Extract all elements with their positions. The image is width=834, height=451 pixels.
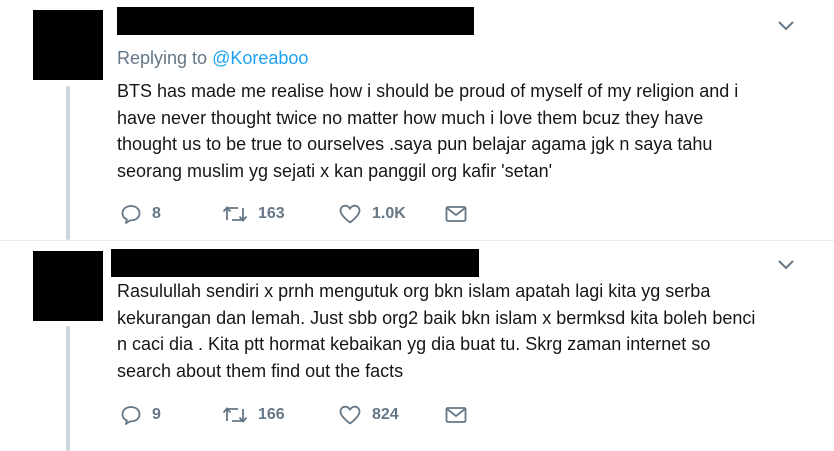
retweet-icon (222, 407, 248, 423)
reply-icon (121, 205, 141, 224)
direct-message-button[interactable] (444, 202, 468, 226)
like-count: 1.0K (372, 205, 406, 222)
heart-icon (339, 204, 361, 224)
tweet-actions: 8 163 1.0K (120, 202, 480, 226)
avatar[interactable] (33, 10, 103, 80)
replying-to-handle[interactable]: @Koreaboo (212, 48, 308, 68)
like-button[interactable]: 824 (338, 403, 399, 427)
tweet[interactable]: Rasulullah sendiri x prnh mengutuk org b… (0, 240, 834, 451)
retweet-count: 163 (258, 205, 285, 222)
chevron-down-icon[interactable] (777, 20, 795, 32)
reply-count: 9 (152, 406, 161, 423)
reply-icon (121, 406, 141, 425)
like-count: 824 (372, 406, 399, 423)
chevron-down-icon[interactable] (777, 259, 795, 271)
avatar[interactable] (33, 251, 103, 321)
thread-line (66, 86, 70, 240)
retweet-count: 166 (258, 406, 285, 423)
thread-line (66, 326, 70, 451)
replying-to-label: Replying to (117, 48, 213, 68)
redacted-author-name (111, 249, 479, 277)
retweet-icon (222, 206, 248, 222)
reply-button[interactable]: 9 (120, 403, 161, 427)
envelope-icon (445, 407, 467, 423)
envelope-icon (445, 206, 467, 222)
reply-count: 8 (152, 205, 161, 222)
redacted-author-name (117, 7, 474, 35)
tweet-text: BTS has made me realise how i should be … (117, 81, 739, 181)
replying-to: Replying to @Koreaboo (117, 48, 308, 69)
tweet-actions: 9 166 824 (120, 403, 480, 427)
like-button[interactable]: 1.0K (338, 202, 406, 226)
tweet-text: Rasulullah sendiri x prnh mengutuk org b… (117, 281, 756, 381)
retweet-button[interactable]: 163 (222, 202, 285, 226)
direct-message-button[interactable] (444, 403, 468, 427)
heart-icon (339, 405, 361, 425)
retweet-button[interactable]: 166 (222, 403, 285, 427)
reply-button[interactable]: 8 (120, 202, 161, 226)
tweet[interactable]: Replying to @Koreaboo BTS has made me re… (0, 0, 834, 240)
